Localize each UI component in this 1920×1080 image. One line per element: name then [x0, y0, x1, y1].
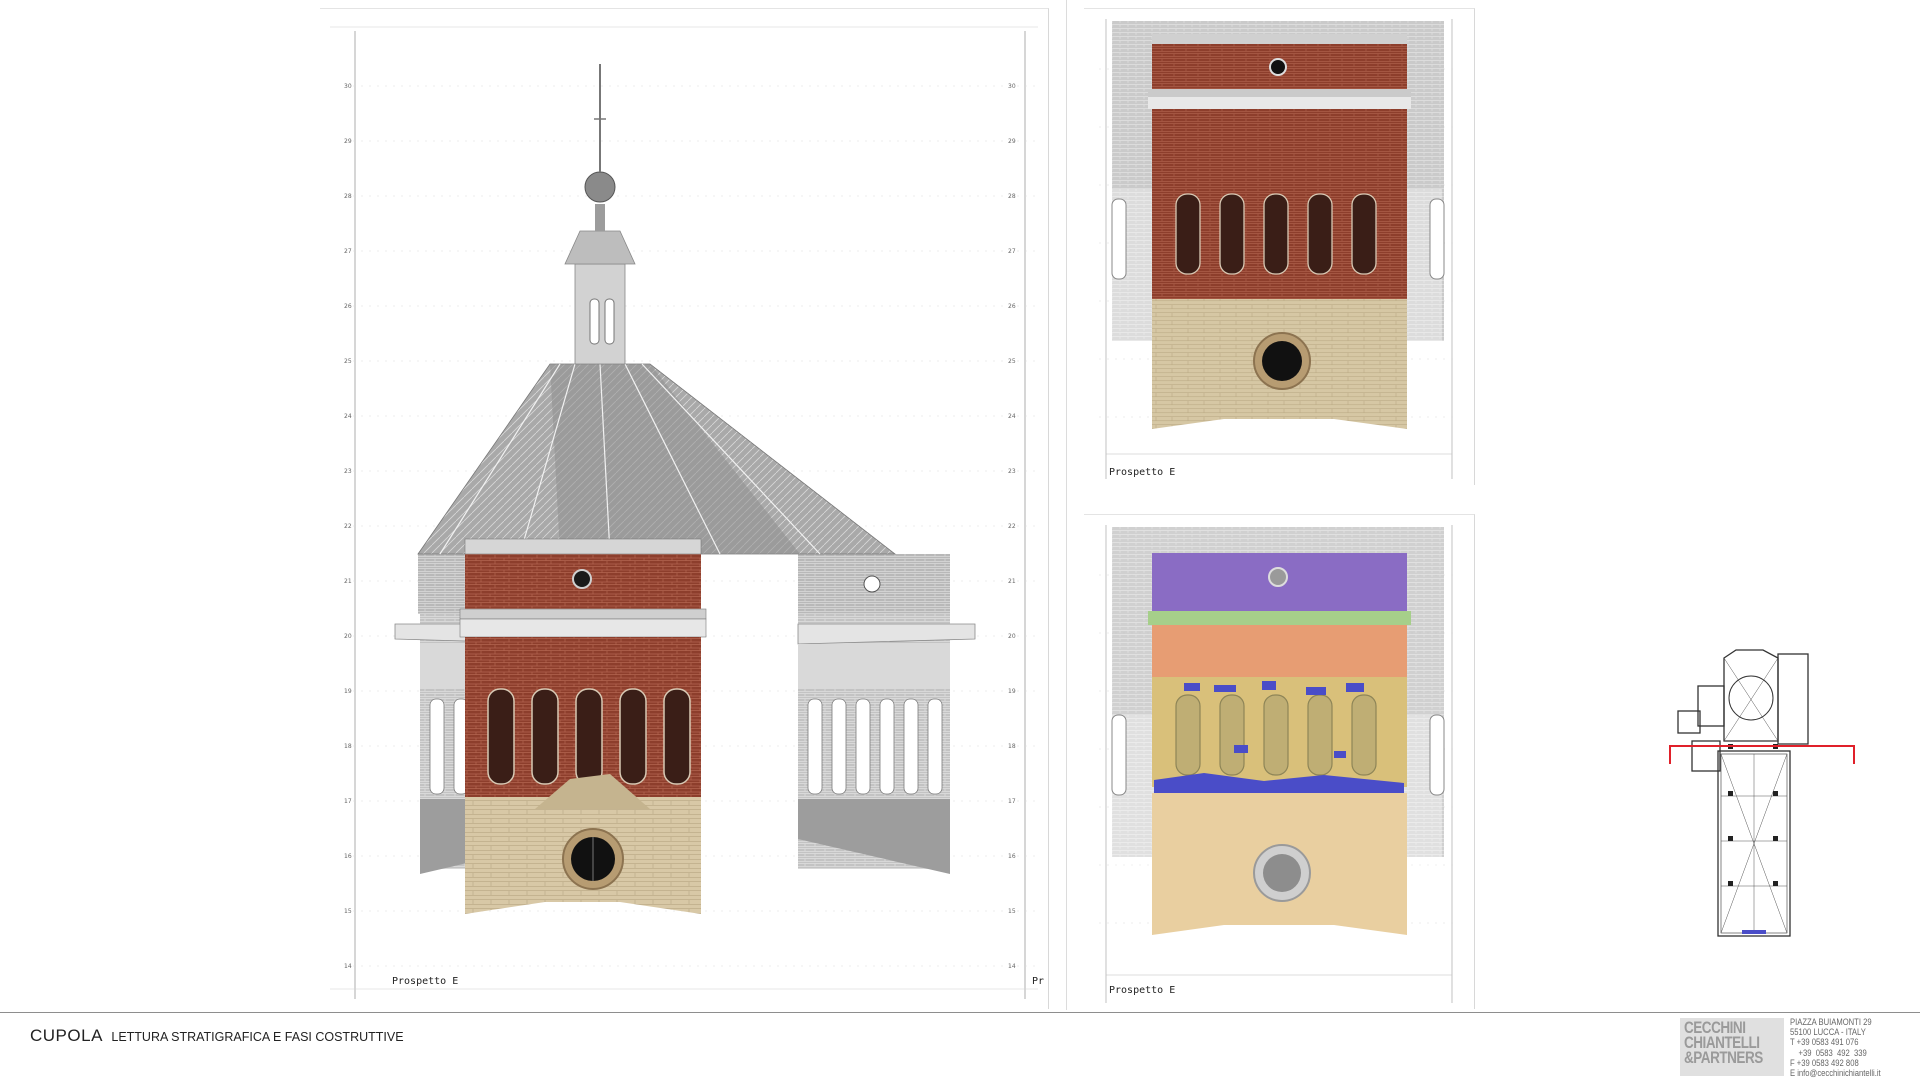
level-label: 27	[344, 248, 352, 255]
level-label: 18	[1008, 743, 1016, 750]
address-line: 55100 LUCCA - ITALY	[1790, 1027, 1866, 1038]
level-label: 17	[1008, 798, 1016, 805]
level-label: 30	[1008, 83, 1016, 90]
level-label: 17	[344, 798, 352, 805]
phases-elevation-drawing: Prospetto E	[1099, 525, 1459, 1003]
level-label: 24	[344, 413, 352, 420]
sheet-title-main: CUPOLA	[30, 1026, 103, 1045]
logo-line: &PARTNERS	[1684, 1049, 1763, 1067]
level-label: 14	[344, 963, 352, 970]
level-label: 23	[1008, 468, 1016, 475]
level-label: 19	[344, 688, 352, 695]
level-label: 26	[1008, 303, 1016, 310]
address-line: T +39 0583 491 076	[1790, 1037, 1859, 1048]
level-label: 23	[344, 468, 352, 475]
level-label: 29	[344, 138, 352, 145]
level-label: 24	[1008, 413, 1016, 420]
level-label: 16	[1008, 853, 1016, 860]
key-plan-drawing	[1669, 649, 1855, 937]
main-edge-caption: Pr	[1032, 976, 1044, 987]
level-label: 20	[1008, 633, 1016, 640]
level-label: 16	[344, 853, 352, 860]
main-caption: Prospetto E	[392, 976, 458, 987]
address-line: PIAZZA BUIAMONTI 29	[1790, 1017, 1872, 1027]
level-label: 28	[1008, 193, 1016, 200]
firm-address: PIAZZA BUIAMONTI 29 55100 LUCCA - ITALY …	[1790, 1017, 1881, 1078]
top-elevation-drawing: Prospetto E	[1099, 19, 1459, 479]
section-line	[1669, 745, 1855, 764]
level-label: 20	[344, 633, 352, 640]
footer-rule	[0, 1012, 1920, 1013]
phase-orange-band	[1152, 625, 1407, 677]
level-label: 18	[344, 743, 352, 750]
level-label: 15	[344, 908, 352, 915]
main-elevation-panel: 30 30 29 29 28 28 27 27 26 26 25 25 24 24 23 23 22 22 21 21…	[320, 8, 1049, 1009]
address-line: F +39 0583 492 808	[1790, 1057, 1859, 1068]
level-label: 27	[1008, 248, 1016, 255]
firm-logo: CECCHINI CHIANTELLI &PARTNERS	[1680, 1018, 1784, 1076]
level-label: 25	[1008, 358, 1016, 365]
level-label: 30	[344, 83, 352, 90]
key-plan	[1668, 646, 1868, 946]
bottom-caption: Prospetto E	[1109, 985, 1175, 996]
level-label: 21	[1008, 578, 1016, 585]
level-label: 25	[344, 358, 352, 365]
level-label: 22	[1008, 523, 1016, 530]
address-line: +39 0583 492 339	[1790, 1047, 1867, 1058]
main-elevation-drawing: 30 30 29 29 28 28 27 27 26 26 25 25 24 24 23 23 22 22 21 21…	[330, 26, 1044, 999]
level-label: 28	[344, 193, 352, 200]
level-label: 21	[344, 578, 352, 585]
phases-elevation-panel: Prospetto E	[1084, 514, 1475, 1009]
phase-green-band	[1148, 611, 1411, 625]
level-label: 29	[1008, 138, 1016, 145]
sheet-title-sub: LETTURA STRATIGRAFICA E FASI COSTRUTTIVE	[111, 1030, 404, 1044]
panel-separator	[1066, 0, 1067, 1010]
level-label: 14	[1008, 963, 1016, 970]
address-line: E info@cecchinichiantelli.it	[1790, 1068, 1881, 1079]
top-elevation-panel: Prospetto E	[1084, 8, 1475, 485]
sheet-title: CUPOLA LETTURA STRATIGRAFICA E FASI COST…	[30, 1026, 404, 1046]
level-label: 26	[344, 303, 352, 310]
top-caption: Prospetto E	[1109, 467, 1175, 478]
level-label: 22	[344, 523, 352, 530]
level-label: 15	[1008, 908, 1016, 915]
level-label: 19	[1008, 688, 1016, 695]
